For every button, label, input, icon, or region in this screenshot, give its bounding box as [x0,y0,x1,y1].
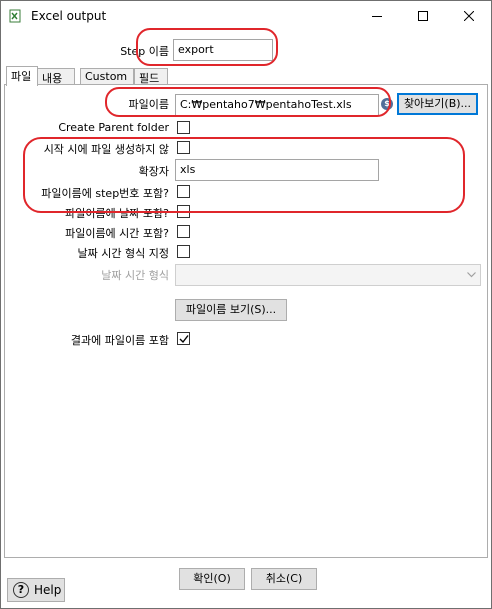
tab-file[interactable]: 파일 [6,66,38,86]
close-button[interactable] [446,1,492,31]
help-icon: ? [13,582,29,598]
minimize-button[interactable] [354,1,400,31]
include-stepnr-label: 파일이름에 step번호 포함? [41,187,169,200]
show-filename-button[interactable]: 파일이름 보기(S)... [175,299,287,321]
step-name-label: Step 이름 [120,45,169,58]
help-button[interactable]: ? Help [7,578,65,602]
close-icon [464,11,474,21]
filename-label: 파일이름 [128,98,169,111]
help-label: Help [34,583,62,597]
extension-input[interactable]: xls [175,159,379,181]
create-parent-folder-checkbox[interactable] [177,121,190,134]
specify-date-format-label: 날짜 시간 형식 지정 [77,247,169,260]
date-format-label: 날짜 시간 형식 [101,269,169,282]
include-time-checkbox[interactable] [177,225,190,238]
dialog-window: Excel output Step 이름 export 파일 내용 Custom… [0,0,492,609]
extension-label: 확장자 [138,165,169,178]
specify-date-format-checkbox[interactable] [177,245,190,258]
ok-button[interactable]: 확인(O) [179,568,245,590]
add-to-result-checkbox[interactable] [177,332,190,345]
create-parent-folder-label: Create Parent folder [58,121,169,134]
include-date-checkbox[interactable] [177,205,190,218]
include-stepnr-checkbox[interactable] [177,185,190,198]
excel-icon [9,9,21,23]
minimize-icon [372,16,382,17]
include-date-label: 파일이름에 날짜 포함? [65,207,169,220]
include-time-label: 파일이름에 시간 포함? [65,227,169,240]
tab-content[interactable]: 내용 [37,68,75,85]
date-format-select[interactable] [175,264,481,286]
maximize-button[interactable] [400,1,446,31]
title-bar: Excel output [1,1,491,31]
tab-fields[interactable]: 필드 [134,68,168,85]
maximize-icon [418,11,428,21]
checkmark-icon [179,335,189,344]
step-name-input[interactable]: export [173,39,273,61]
browse-button[interactable]: 찾아보기(B)... [397,93,478,115]
chevron-down-icon [467,272,476,278]
do-not-create-at-start-checkbox[interactable] [177,141,190,154]
do-not-create-at-start-label: 시작 시에 파일 생성하지 않 [43,143,169,156]
variable-icon: $ [381,98,393,110]
tab-custom[interactable]: Custom [80,68,134,85]
filename-input[interactable]: C:₩pentaho7₩pentahoTest.xls [175,94,379,116]
cancel-button[interactable]: 취소(C) [251,568,317,590]
add-to-result-label: 결과에 파일이름 포함 [70,334,169,347]
window-title: Excel output [31,9,107,23]
